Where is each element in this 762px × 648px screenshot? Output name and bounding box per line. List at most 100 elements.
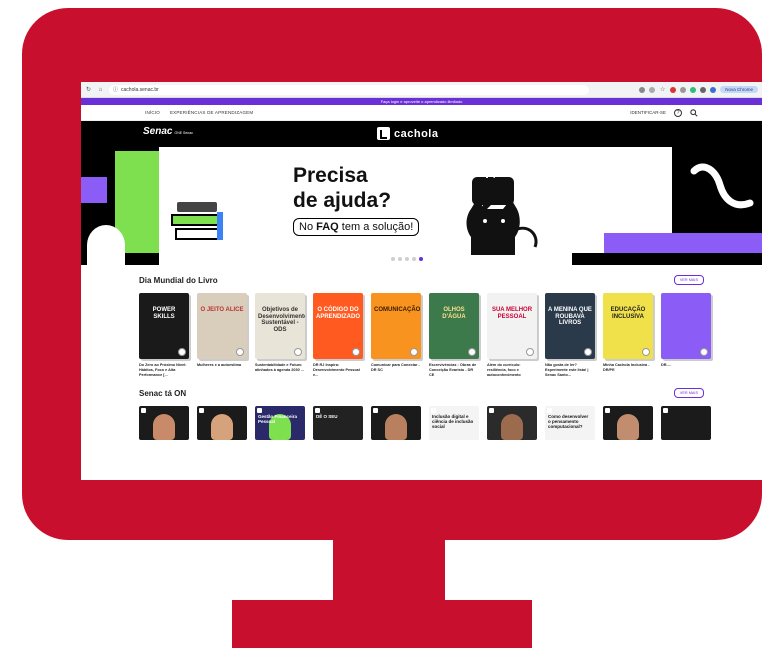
- bookmark-icon[interactable]: [178, 348, 186, 356]
- faq-pill[interactable]: No FAQ tem a solução!: [293, 218, 420, 236]
- faq-suffix: tem a solução!: [338, 221, 414, 233]
- presenter-photo: [211, 414, 233, 440]
- presenter-photo: [617, 414, 639, 440]
- nav-link-experiencias[interactable]: EXPERIÊNCIAS DE APRENDIZAGEM: [170, 110, 253, 115]
- book-title[interactable]: Sustentabilidade e Futuro alinhados à ag…: [255, 363, 305, 373]
- book-cover[interactable]: EDUCAÇÃO INCLUSIVA: [603, 293, 653, 359]
- book-card[interactable]: Objetivos de Desenvolvimento Sustentável…: [255, 293, 305, 378]
- bookmark-icon[interactable]: [642, 348, 650, 356]
- avatar[interactable]: [710, 86, 717, 93]
- senac-logo[interactable]: Senac ONE Senac: [143, 126, 193, 137]
- book-cover[interactable]: OLHOS D'ÁGUA: [429, 293, 479, 359]
- book-cover[interactable]: O JEITO ALICE: [197, 293, 247, 359]
- login-banner[interactable]: Faça login e aproveite o aprendizado ili…: [81, 98, 762, 105]
- extension-icon[interactable]: [680, 86, 687, 93]
- hero-slide[interactable]: Precisa de ajuda? No FAQ tem a solução! …: [263, 147, 575, 255]
- book-cover[interactable]: COMUNICAÇÃO: [371, 293, 421, 359]
- carousel-dot[interactable]: [412, 257, 416, 261]
- bookmark-icon[interactable]: [410, 348, 418, 356]
- book-cover[interactable]: POWER SKILLS: [139, 293, 189, 359]
- cachola-logo-text: cachola: [394, 127, 439, 140]
- see-more-button[interactable]: VER MAIS: [673, 275, 704, 285]
- video-thumbnail[interactable]: [371, 406, 421, 440]
- identify-button[interactable]: IDENTIFICAR-SE: [630, 110, 666, 115]
- book-title[interactable]: Além do currículo: resiliência, foco e a…: [487, 363, 537, 378]
- book-card[interactable]: O JEITO ALICE Mulheres e a autoestima: [197, 293, 247, 378]
- video-thumbnail[interactable]: [603, 406, 653, 440]
- book-cover[interactable]: A MENINA QUE ROUBAVA LIVROS: [545, 293, 595, 359]
- presenter-photo: [385, 414, 407, 440]
- video-thumbnail[interactable]: [487, 406, 537, 440]
- bookmark-icon[interactable]: [468, 348, 476, 356]
- cachola-mini-icon: [605, 408, 610, 413]
- reload-icon[interactable]: ↻: [85, 86, 92, 93]
- book-cover[interactable]: SUA MELHOR PESSOAL: [487, 293, 537, 359]
- book-card[interactable]: A MENINA QUE ROUBAVA LIVROS Não gosta de …: [545, 293, 595, 378]
- book-title[interactable]: Mulheres e a autoestima: [197, 363, 247, 368]
- bookmark-icon[interactable]: [584, 348, 592, 356]
- bookmark-icon[interactable]: [700, 348, 708, 356]
- book-card[interactable]: O CÓDIGO DO APRENDIZADO DR RJ Inspira: De…: [313, 293, 363, 378]
- book-title[interactable]: Minha Cachola Inclusiva - DR/PE: [603, 363, 653, 373]
- hero-left-decoration: [81, 147, 263, 265]
- hero-headline-line1: Precisa: [293, 164, 368, 187]
- carousel-dot-active[interactable]: [419, 257, 423, 261]
- extension-icon[interactable]: [690, 86, 697, 93]
- cachola-logo[interactable]: cachola: [377, 127, 438, 140]
- screen: ↻ ⌂ ⓘ cachola.senac.br ☆ Nova Chrome Faç…: [81, 82, 762, 480]
- book-cover[interactable]: O CÓDIGO DO APRENDIZADO: [313, 293, 363, 359]
- hero-carousel[interactable]: Precisa de ajuda? No FAQ tem a solução! …: [81, 147, 762, 265]
- book-cover-text: COMUNICAÇÃO: [374, 307, 421, 313]
- extension-icon[interactable]: [649, 86, 656, 93]
- book-title[interactable]: Não gosta de ler? Experimente este lista…: [545, 363, 595, 378]
- extensions-area: ☆ Nova Chrome: [639, 86, 758, 93]
- extension-icon[interactable]: [670, 86, 677, 93]
- book-card[interactable]: POWER SKILLS Do Zero ao Próximo Nível: Há…: [139, 293, 189, 378]
- bookmark-icon[interactable]: [526, 348, 534, 356]
- home-icon[interactable]: ⌂: [97, 86, 104, 93]
- carousel-dot[interactable]: [391, 257, 395, 261]
- book-card[interactable]: SUA MELHOR PESSOAL Além do currículo: res…: [487, 293, 537, 378]
- video-thumbnail[interactable]: Gestão Financeira Pessoal: [255, 406, 305, 440]
- book-title[interactable]: DR RJ Inspira: Desenvolvimento Pessoal e…: [313, 363, 363, 378]
- book-card[interactable]: COMUNICAÇÃO Comunicar para Conectar - DR …: [371, 293, 421, 378]
- video-thumbnail[interactable]: [661, 406, 711, 440]
- video-title: Gestão Financeira Pessoal: [258, 414, 298, 424]
- book-card[interactable]: EDUCAÇÃO INCLUSIVA Minha Cachola Inclusiv…: [603, 293, 653, 378]
- book-card[interactable]: OLHOS D'ÁGUA Escrevivências : Obras de Co…: [429, 293, 479, 378]
- presenter-photo: [501, 414, 523, 440]
- star-icon[interactable]: ☆: [659, 86, 666, 93]
- carousel-dot[interactable]: [405, 257, 409, 261]
- search-icon[interactable]: [690, 108, 698, 117]
- book-card[interactable]: DR-...: [661, 293, 711, 378]
- book-title[interactable]: Comunicar para Conectar - DR SC: [371, 363, 421, 373]
- help-icon[interactable]: ?: [674, 108, 682, 117]
- video-carousel: Gestão Financeira Pessoal DÊ O SEU Inclusã…: [139, 406, 739, 440]
- video-thumbnail[interactable]: DÊ O SEU: [313, 406, 363, 440]
- cachola-logo-icon: [377, 127, 390, 140]
- profile-button[interactable]: Nova Chrome: [720, 86, 758, 93]
- book-cover[interactable]: Objetivos de Desenvolvimento Sustentável…: [255, 293, 305, 359]
- book-title[interactable]: Do Zero ao Próximo Nível: Hábitos, Foco …: [139, 363, 189, 378]
- carousel-dot[interactable]: [398, 257, 402, 261]
- video-thumbnail[interactable]: Como desenvolver o pensamento computacio…: [545, 406, 595, 440]
- video-thumbnail[interactable]: [197, 406, 247, 440]
- video-thumbnail[interactable]: [139, 406, 189, 440]
- nav-link-inicio[interactable]: INÍCIO: [145, 110, 160, 115]
- puzzle-icon[interactable]: [700, 86, 707, 93]
- bookmark-icon[interactable]: [236, 348, 244, 356]
- bookmark-icon[interactable]: [352, 348, 360, 356]
- book-cover[interactable]: [661, 293, 711, 359]
- bookmark-icon[interactable]: [294, 348, 302, 356]
- site-info-icon[interactable]: ⓘ: [113, 86, 118, 93]
- cachola-mini-icon: [547, 408, 552, 413]
- book-title[interactable]: DR-...: [661, 363, 711, 368]
- video-thumbnail[interactable]: Inclusão digital e ciência de inclusão s…: [429, 406, 479, 440]
- address-bar[interactable]: ⓘ cachola.senac.br: [109, 84, 589, 95]
- section-header: Dia Mundial do Livro VER MAIS: [139, 275, 704, 285]
- see-more-button[interactable]: VER MAIS: [673, 388, 704, 398]
- video-title: Inclusão digital e ciência de inclusão s…: [432, 414, 474, 429]
- monitor-base: [232, 600, 532, 648]
- book-title[interactable]: Escrevivências : Obras de Conceição Evar…: [429, 363, 479, 378]
- extension-icon[interactable]: [639, 86, 646, 93]
